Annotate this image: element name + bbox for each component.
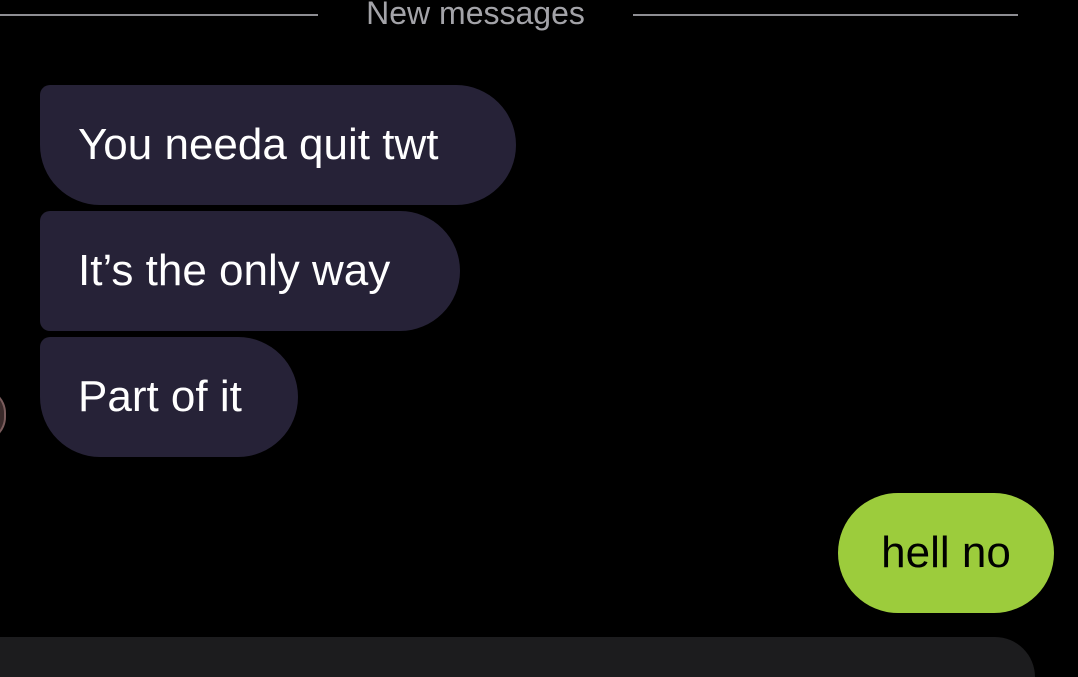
- divider-line-left: [0, 14, 318, 16]
- new-messages-divider: New messages: [0, 0, 1078, 34]
- message-bubble-incoming[interactable]: It’s the only way: [40, 211, 460, 331]
- message-composer[interactable]: [0, 637, 1035, 677]
- avatar[interactable]: [0, 388, 6, 442]
- message-bubble-incoming[interactable]: Part of it: [40, 337, 298, 457]
- divider-line-right: [633, 14, 1018, 16]
- new-messages-label: New messages: [366, 0, 585, 31]
- message-bubble-outgoing[interactable]: hell no: [838, 493, 1054, 613]
- message-bubble-incoming[interactable]: You needa quit twt: [40, 85, 516, 205]
